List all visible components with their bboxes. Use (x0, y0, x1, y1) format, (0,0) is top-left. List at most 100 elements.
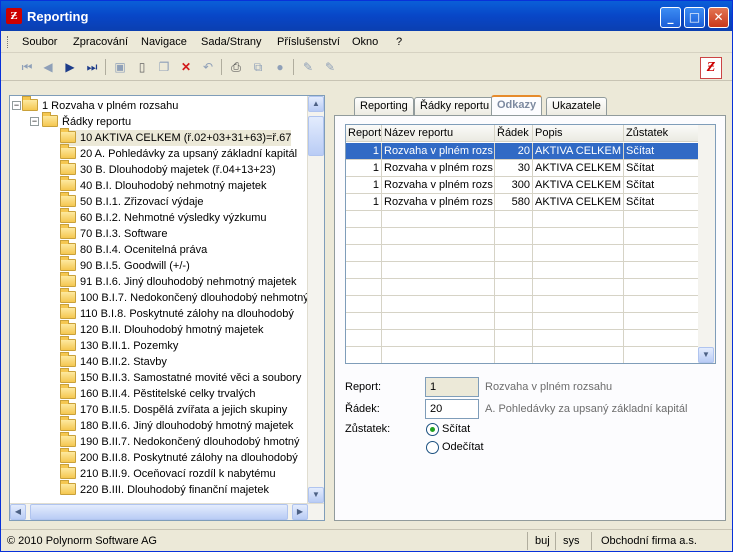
menu-sada-strany[interactable]: Sada/Strany (201, 36, 262, 48)
table-row[interactable]: 1 Rozvaha v plném rozs 20 AKTIVA CELKEM (Sč… (346, 143, 700, 160)
radio-scitat-label[interactable]: Sčítat (442, 423, 470, 435)
menu-prislusenstvi[interactable]: Příslušenství (277, 36, 340, 48)
scroll-up-icon[interactable]: ▲ (308, 96, 324, 112)
table-cell[interactable]: Sčítat (624, 160, 700, 177)
tree-item[interactable]: 130 B.II.1. Pozemky (60, 336, 178, 354)
save-button[interactable]: ▣ (111, 58, 129, 76)
col-nazev[interactable]: Název reportu (382, 125, 495, 142)
table-cell[interactable]: AKTIVA CELKEM ( (533, 160, 624, 177)
table-cell[interactable]: 1 (346, 143, 382, 160)
tree-item[interactable]: 30 B. Dlouhodobý majetek (ř.04+13+23) (60, 160, 276, 178)
tree-item[interactable]: 60 B.I.2. Nehmotné výsledky výzkumu (60, 208, 266, 226)
tree-item[interactable]: 220 B.III. Dlouhodobý finanční majetek (60, 480, 269, 498)
app-logo-icon[interactable]: Ƶ (6, 8, 22, 24)
col-zustatek[interactable]: Zůstatek (624, 125, 700, 142)
close-button[interactable]: ✕ (708, 7, 729, 28)
tree-item[interactable]: 20 A. Pohledávky za upsaný základní kapi… (60, 144, 297, 162)
tree-item[interactable]: 160 B.II.4. Pěstitelské celky trvalých (60, 384, 255, 402)
tree-item[interactable]: 80 B.I.4. Ocenitelná práva (60, 240, 207, 258)
prev-record-button[interactable]: ◀ (39, 58, 57, 76)
undo-button[interactable]: ↶ (199, 58, 217, 76)
refresh-button[interactable]: ● (271, 58, 289, 76)
col-popis[interactable]: Popis (533, 125, 624, 142)
menu-zpracovani[interactable]: Zpracování (73, 36, 128, 48)
hscroll-thumb[interactable] (30, 504, 288, 520)
menu-grip[interactable] (7, 36, 10, 48)
tree-item[interactable]: 190 B.II.7. Nedokončený dlouhodobý hmotn… (60, 432, 300, 450)
tree-item[interactable]: 140 B.II.2. Stavby (60, 352, 167, 370)
tree-item[interactable]: 100 B.I.7. Nedokončený dlouhodobý nehmot… (60, 288, 309, 306)
next-record-button[interactable]: ▶ (61, 58, 79, 76)
tree-item[interactable]: 170 B.II.5. Dospělá zvířata a jejich sku… (60, 400, 287, 418)
table-row[interactable]: 1 Rozvaha v plném rozs 580 AKTIVA CELKEM (S… (346, 194, 700, 211)
delete-button[interactable]: ✕ (177, 58, 195, 76)
tree-group[interactable]: Řádky reportu (42, 112, 131, 130)
grid-scroll-down-icon[interactable]: ▼ (698, 347, 714, 363)
radio-odecitat[interactable] (426, 441, 439, 454)
tree-item[interactable]: 110 B.I.8. Poskytnuté zálohy na dlouhodo… (60, 304, 294, 322)
menu-help[interactable]: ? (396, 36, 402, 48)
last-record-button[interactable]: ⏭ (83, 58, 101, 76)
maximize-button[interactable]: □ (684, 7, 705, 28)
tree-item[interactable]: 200 B.II.8. Poskytnuté zálohy na dlouhod… (60, 448, 298, 466)
table-cell[interactable]: Sčítat (624, 143, 700, 160)
scroll-right-icon[interactable]: ▶ (292, 504, 308, 520)
tab-reporting[interactable]: Reporting (354, 97, 414, 116)
grid-vertical-scrollbar[interactable]: ▼ (698, 125, 715, 363)
table-row[interactable]: 1 Rozvaha v plném rozs 30 AKTIVA CELKEM (Sč… (346, 160, 700, 177)
table-cell[interactable]: 30 (495, 160, 533, 177)
edit-button[interactable]: ✎ (299, 58, 317, 76)
table-cell[interactable]: 580 (495, 194, 533, 211)
new-button[interactable]: ▯ (133, 58, 151, 76)
tab-radky-reportu[interactable]: Řádky reportu (414, 97, 496, 116)
report-field[interactable]: 1 (425, 377, 479, 397)
menu-navigace[interactable]: Navigace (141, 36, 187, 48)
tree-item[interactable]: 10 AKTIVA CELKEM (ř.02+03+31+63)=ř.67 (60, 128, 292, 146)
menu-okno[interactable]: Okno (352, 36, 378, 48)
scroll-thumb[interactable] (308, 116, 324, 156)
menu-soubor[interactable]: Soubor (22, 36, 57, 48)
first-record-button[interactable]: ⏮ (18, 58, 36, 76)
table-cell[interactable]: AKTIVA CELKEM ( (533, 177, 624, 194)
table-cell[interactable]: AKTIVA CELKEM ( (533, 143, 624, 160)
table-cell[interactable]: AKTIVA CELKEM ( (533, 194, 624, 211)
table-cell[interactable]: 1 (346, 177, 382, 194)
tab-odkazy[interactable]: Odkazy (491, 95, 543, 116)
table-cell[interactable]: 1 (346, 194, 382, 211)
export-button[interactable]: ⧉ (249, 58, 267, 76)
radio-scitat[interactable] (426, 423, 439, 436)
radio-odecitat-label[interactable]: Odečítat (442, 441, 484, 453)
edit-alt-button[interactable]: ✎ (321, 58, 339, 76)
table-cell[interactable]: Rozvaha v plném rozs (382, 160, 495, 177)
table-cell[interactable]: 300 (495, 177, 533, 194)
tree-vertical-scrollbar[interactable]: ▲ ▼ (307, 96, 324, 505)
table-cell[interactable]: 20 (495, 143, 533, 160)
tree-item[interactable]: 120 B.II. Dlouhodobý hmotný majetek (60, 320, 263, 338)
copy-button[interactable]: ❐ (155, 58, 173, 76)
tree-item[interactable]: 91 B.I.6. Jiný dlouhodobý nehmotný majet… (60, 272, 296, 290)
table-cell[interactable]: Sčítat (624, 194, 700, 211)
tree-item[interactable]: 50 B.I.1. Zřizovací výdaje (60, 192, 204, 210)
tree-item[interactable]: 90 B.I.5. Goodwill (+/-) (60, 256, 190, 274)
tree-collapse-group[interactable]: − (30, 117, 39, 126)
table-cell[interactable]: Rozvaha v plném rozs (382, 143, 495, 160)
scroll-down-icon[interactable]: ▼ (308, 487, 324, 503)
tree-item[interactable]: 180 B.II.6. Jiný dlouhodobý hmotný majet… (60, 416, 293, 434)
table-cell[interactable]: Sčítat (624, 177, 700, 194)
table-cell[interactable]: Rozvaha v plném rozs (382, 194, 495, 211)
radek-field[interactable]: 20 (425, 399, 479, 419)
tree-item[interactable]: 210 B.II.9. Oceňovací rozdíl k nabytému (60, 464, 276, 482)
tree-horizontal-scrollbar[interactable]: ◀ ▶ (10, 503, 324, 520)
tree-item[interactable]: 40 B.I. Dlouhodobý nehmotný majetek (60, 176, 267, 194)
tree-item[interactable]: 150 B.II.3. Samostatné movité věci a sou… (60, 368, 301, 386)
col-report[interactable]: Report (346, 125, 382, 142)
tab-ukazatele[interactable]: Ukazatele (546, 97, 607, 116)
table-cell[interactable]: 1 (346, 160, 382, 177)
tree-item[interactable]: 70 B.I.3. Software (60, 224, 167, 242)
print-button[interactable]: ⎙ (227, 58, 245, 76)
tree-collapse-root[interactable]: − (12, 101, 21, 110)
splitter[interactable] (327, 87, 333, 527)
table-row[interactable]: 1 Rozvaha v plném rozs 300 AKTIVA CELKEM (S… (346, 177, 700, 194)
table-cell[interactable]: Rozvaha v plném rozs (382, 177, 495, 194)
col-radek[interactable]: Řádek (495, 125, 533, 142)
